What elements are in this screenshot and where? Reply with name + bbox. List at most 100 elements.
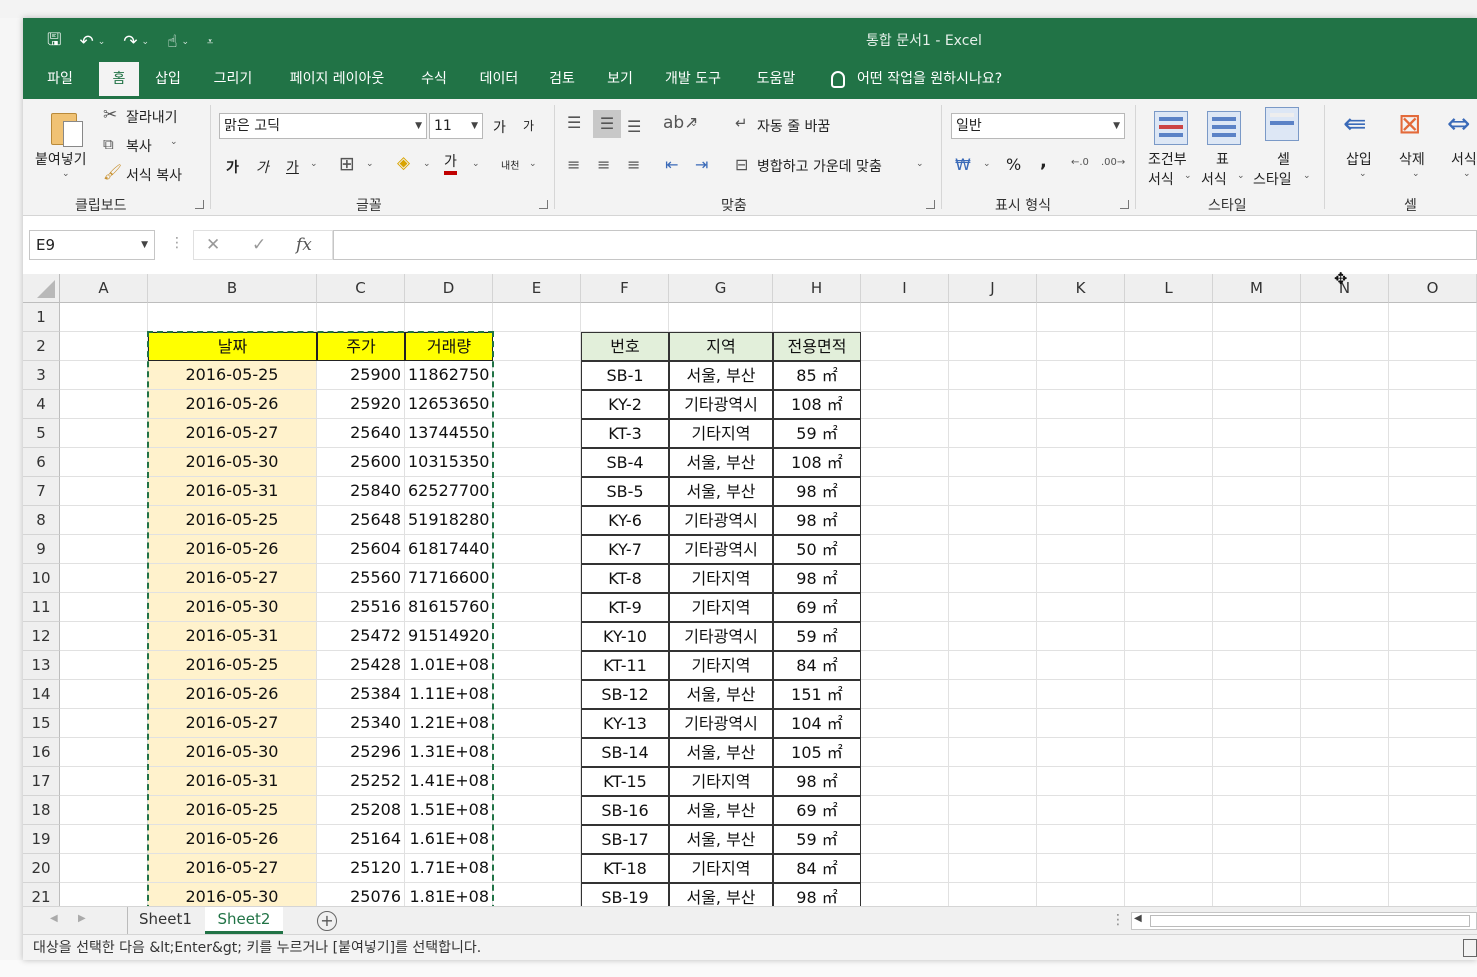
cell[interactable] bbox=[1301, 419, 1389, 448]
cell[interactable] bbox=[1301, 622, 1389, 651]
cell[interactable] bbox=[949, 854, 1037, 883]
cell[interactable] bbox=[1125, 593, 1213, 622]
cell[interactable] bbox=[1389, 303, 1477, 332]
cell[interactable] bbox=[949, 680, 1037, 709]
cell[interactable] bbox=[1125, 390, 1213, 419]
cell[interactable] bbox=[861, 564, 949, 593]
add-sheet-button[interactable]: + bbox=[317, 911, 337, 931]
row-header-7[interactable]: 7 bbox=[23, 477, 60, 506]
insert-cells-icon[interactable]: ⇚ bbox=[1343, 107, 1366, 140]
cell[interactable] bbox=[1389, 332, 1477, 361]
cell[interactable] bbox=[1037, 709, 1125, 738]
cell[interactable] bbox=[773, 303, 861, 332]
row-header-6[interactable]: 6 bbox=[23, 448, 60, 477]
cell[interactable] bbox=[1389, 622, 1477, 651]
id-cell[interactable]: KT-9 bbox=[581, 593, 669, 622]
conditional-formatting-label2[interactable]: 서식 bbox=[1148, 169, 1174, 189]
conditional-formatting-label1[interactable]: 조건부 bbox=[1148, 149, 1187, 169]
cell[interactable] bbox=[1213, 651, 1301, 680]
cell[interactable] bbox=[493, 825, 581, 854]
cell[interactable] bbox=[1389, 390, 1477, 419]
cell[interactable] bbox=[1125, 361, 1213, 390]
area-cell[interactable]: 69 ㎡ bbox=[773, 593, 861, 622]
price-cell[interactable]: 25560 bbox=[317, 564, 405, 593]
region-cell[interactable]: 서울, 부산 bbox=[669, 477, 773, 506]
cell[interactable] bbox=[60, 767, 148, 796]
area-cell[interactable]: 98 ㎡ bbox=[773, 564, 861, 593]
cell[interactable] bbox=[1389, 419, 1477, 448]
column-header-d[interactable]: D bbox=[405, 274, 493, 303]
decrease-decimal-icon[interactable]: .00→ bbox=[1101, 157, 1125, 168]
id-cell[interactable]: SB-19 bbox=[581, 883, 669, 906]
price-cell[interactable]: 25920 bbox=[317, 390, 405, 419]
column-header-l[interactable]: L bbox=[1125, 274, 1213, 303]
cell[interactable] bbox=[493, 680, 581, 709]
row-header-5[interactable]: 5 bbox=[23, 419, 60, 448]
area-cell[interactable]: 84 ㎡ bbox=[773, 854, 861, 883]
column-header-o[interactable]: O bbox=[1389, 274, 1477, 303]
date-cell[interactable]: 2016-05-25 bbox=[148, 506, 317, 535]
cell[interactable] bbox=[493, 332, 581, 361]
price-cell[interactable]: 25340 bbox=[317, 709, 405, 738]
cell[interactable] bbox=[1213, 535, 1301, 564]
sheet-prev-icon[interactable]: ◀ bbox=[50, 913, 58, 924]
table2-header[interactable]: 번호 bbox=[581, 332, 669, 361]
id-cell[interactable]: SB-12 bbox=[581, 680, 669, 709]
grow-font-button[interactable]: 가 bbox=[493, 117, 506, 137]
align-center-icon[interactable]: ≡ bbox=[597, 155, 610, 174]
cell[interactable] bbox=[317, 303, 405, 332]
area-cell[interactable]: 85 ㎡ bbox=[773, 361, 861, 390]
id-cell[interactable]: KT-3 bbox=[581, 419, 669, 448]
insert-cells-button[interactable]: 삽입 bbox=[1346, 149, 1372, 169]
date-cell[interactable]: 2016-05-26 bbox=[148, 535, 317, 564]
fill-color-dropdown-icon[interactable]: ⌄ bbox=[423, 159, 431, 169]
cell[interactable] bbox=[493, 709, 581, 738]
volume-cell[interactable]: 10315350 bbox=[405, 448, 493, 477]
insert-dropdown-icon[interactable]: ⌄ bbox=[1359, 169, 1367, 179]
cell[interactable] bbox=[1125, 825, 1213, 854]
volume-cell[interactable]: 1.71E+08 bbox=[405, 854, 493, 883]
accounting-dropdown-icon[interactable]: ⌄ bbox=[983, 159, 991, 169]
cell[interactable] bbox=[1125, 709, 1213, 738]
id-cell[interactable]: KY-7 bbox=[581, 535, 669, 564]
date-cell[interactable]: 2016-05-26 bbox=[148, 390, 317, 419]
cell-styles-label2[interactable]: 스타일 bbox=[1253, 169, 1292, 189]
region-cell[interactable]: 서울, 부산 bbox=[669, 796, 773, 825]
format-cells-button[interactable]: 서식 bbox=[1451, 149, 1477, 169]
date-cell[interactable]: 2016-05-26 bbox=[148, 825, 317, 854]
cell[interactable] bbox=[1213, 796, 1301, 825]
row-header-17[interactable]: 17 bbox=[23, 767, 60, 796]
cell[interactable] bbox=[493, 854, 581, 883]
cell[interactable] bbox=[1125, 767, 1213, 796]
area-cell[interactable]: 59 ㎡ bbox=[773, 622, 861, 651]
cell[interactable] bbox=[1125, 506, 1213, 535]
merge-center-button[interactable]: 병합하고 가운데 맞춤 bbox=[757, 156, 882, 176]
area-cell[interactable]: 98 ㎡ bbox=[773, 883, 861, 906]
cell[interactable] bbox=[1389, 361, 1477, 390]
column-header-j[interactable]: J bbox=[949, 274, 1037, 303]
column-header-m[interactable]: M bbox=[1213, 274, 1301, 303]
volume-cell[interactable]: 12653650 bbox=[405, 390, 493, 419]
cell[interactable] bbox=[60, 883, 148, 906]
tell-me-search[interactable]: 어떤 작업을 원하시나요? bbox=[831, 62, 1002, 99]
clipboard-launcher-icon[interactable] bbox=[195, 200, 204, 209]
region-cell[interactable]: 기타광역시 bbox=[669, 506, 773, 535]
row-header-4[interactable]: 4 bbox=[23, 390, 60, 419]
align-middle-icon[interactable]: ☰ bbox=[593, 110, 621, 138]
date-cell[interactable]: 2016-05-25 bbox=[148, 796, 317, 825]
sheet-next-icon[interactable]: ▶ bbox=[78, 913, 86, 924]
merge-dropdown-icon[interactable]: ⌄ bbox=[916, 159, 924, 169]
area-cell[interactable]: 98 ㎡ bbox=[773, 506, 861, 535]
font-color-button[interactable]: 가 bbox=[444, 153, 457, 175]
accounting-format-icon[interactable]: ₩ bbox=[955, 155, 971, 174]
cell[interactable] bbox=[949, 767, 1037, 796]
cell[interactable] bbox=[1301, 796, 1389, 825]
cell[interactable] bbox=[1125, 680, 1213, 709]
cell[interactable] bbox=[1301, 883, 1389, 906]
cell[interactable] bbox=[1213, 506, 1301, 535]
cell[interactable] bbox=[1301, 564, 1389, 593]
cell[interactable] bbox=[1301, 767, 1389, 796]
cell[interactable] bbox=[60, 680, 148, 709]
borders-icon[interactable]: ⊞ bbox=[339, 153, 355, 175]
cell[interactable] bbox=[493, 535, 581, 564]
